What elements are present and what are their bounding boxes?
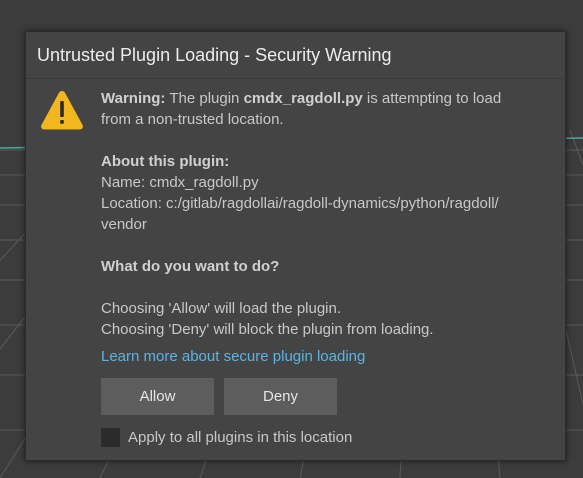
warning-triangle-icon	[41, 91, 83, 130]
plugin-name: cmdx_ragdoll.py	[243, 90, 363, 107]
about-heading: About this plugin:	[101, 153, 230, 170]
warning-line: Warning: The plugin cmdx_ragdoll.py is a…	[101, 88, 551, 109]
plugin-location-line: Location: c:/gitlab/ragdollai/ragdoll-dy…	[101, 195, 499, 212]
allow-button[interactable]: Allow	[101, 378, 214, 415]
dialog-title: Untrusted Plugin Loading - Security Warn…	[37, 45, 392, 65]
security-warning-dialog: Untrusted Plugin Loading - Security Warn…	[25, 31, 566, 461]
plugin-location-line-cont: vendor	[101, 216, 147, 233]
apply-all-checkbox[interactable]	[101, 428, 120, 447]
dialog-message: Warning: The plugin cmdx_ragdoll.py is a…	[101, 88, 551, 367]
dialog-title-bar[interactable]: Untrusted Plugin Loading - Security Warn…	[26, 32, 565, 79]
allow-explanation: Choosing 'Allow' will load the plugin.	[101, 300, 342, 317]
deny-explanation: Choosing 'Deny' will block the plugin fr…	[101, 321, 434, 338]
question-heading: What do you want to do?	[101, 258, 280, 275]
warning-text-part-3: from a non-trusted location.	[101, 111, 284, 128]
warning-label: Warning:	[101, 90, 166, 107]
apply-all-label[interactable]: Apply to all plugins in this location	[128, 428, 352, 448]
deny-button[interactable]: Deny	[224, 378, 337, 415]
warning-text-part-2: is attempting to load	[362, 90, 502, 107]
warning-text-part-1: The plugin	[165, 90, 244, 107]
plugin-name-line: Name: cmdx_ragdoll.py	[101, 174, 259, 191]
learn-more-link[interactable]: Learn more about secure plugin loading	[101, 348, 365, 365]
